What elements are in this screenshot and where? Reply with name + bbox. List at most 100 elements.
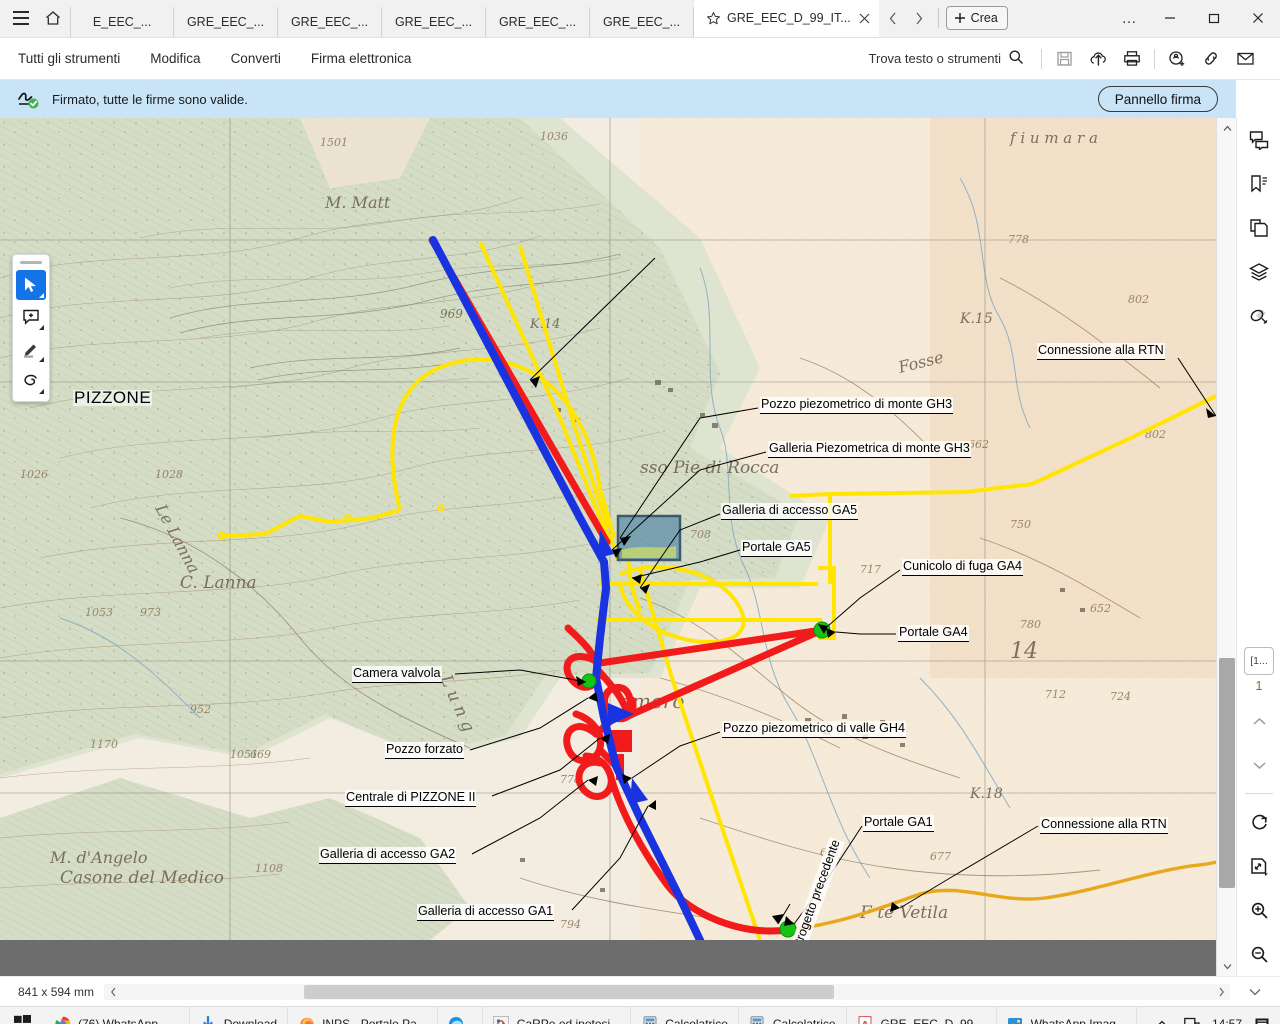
scrollbar-thumb[interactable] xyxy=(304,984,834,999)
save-icon[interactable] xyxy=(1047,44,1081,74)
bookmark-icon[interactable] xyxy=(1237,162,1280,206)
document-horizontal-scrollbar[interactable] xyxy=(104,983,1230,1000)
taskbar-item-download[interactable]: Download xyxy=(190,1007,289,1024)
taskbar-item-carpe[interactable]: CaRPe ed ipotesi... xyxy=(483,1007,632,1024)
clock[interactable]: 14:57 xyxy=(1212,1017,1242,1024)
notification-icon[interactable] xyxy=(1252,1014,1272,1024)
mail-icon[interactable] xyxy=(1228,44,1262,74)
tab-item-active[interactable]: GRE_EEC_D_99_IT... xyxy=(694,0,879,37)
tab-item[interactable]: E_EEC_... xyxy=(70,7,174,37)
page-thumbnails-icon[interactable] xyxy=(1237,206,1280,250)
chevron-up-icon[interactable] xyxy=(1152,1014,1172,1024)
tab-item[interactable]: GRE_EEC_... xyxy=(278,7,382,37)
print-icon[interactable] xyxy=(1115,44,1149,74)
tab-label: GRE_EEC_D_99_IT... xyxy=(727,11,851,25)
chevron-up-icon[interactable] xyxy=(1237,699,1280,743)
taskbar-item-calculator-1[interactable]: Calcolatrice xyxy=(631,1007,739,1024)
add-comment-tool[interactable] xyxy=(16,302,46,332)
svg-text:sso Pie di Rocca: sso Pie di Rocca xyxy=(640,458,779,478)
tab-item[interactable]: GRE_EEC_... xyxy=(590,7,694,37)
taskbar-item-label: Download xyxy=(223,1016,278,1024)
scroll-left-icon[interactable] xyxy=(104,984,122,1000)
menu-all-tools[interactable]: Tutti gli strumenti xyxy=(18,51,120,66)
layers-icon[interactable] xyxy=(1237,250,1280,294)
close-icon[interactable] xyxy=(1236,0,1280,37)
document-viewport[interactable]: 1501 1036 778 802 1028 1026 1053 973 952 669 … xyxy=(0,118,1236,976)
svg-text:1036: 1036 xyxy=(540,130,568,143)
edit-pdf-icon[interactable] xyxy=(1237,294,1280,338)
link-icon[interactable] xyxy=(1194,44,1228,74)
chrome-icon xyxy=(54,1015,71,1024)
tab-strip: E_EEC_... GRE_EEC_... GRE_EEC_... GRE_EE… xyxy=(70,0,879,37)
add-comment-user-icon[interactable] xyxy=(1160,44,1194,74)
calculator-icon xyxy=(641,1015,658,1024)
highlight-tool[interactable] xyxy=(16,334,46,364)
svg-text:794: 794 xyxy=(560,918,581,931)
map-annotation-galleria-piezometrica-monte-gh3: Galleria Piezometrica di monte GH3 xyxy=(768,441,971,458)
tab-item[interactable]: GRE_EEC_... xyxy=(174,7,278,37)
zoom-in-icon[interactable] xyxy=(1237,888,1280,932)
select-tool[interactable] xyxy=(16,270,46,300)
tab-prev-icon[interactable] xyxy=(881,3,905,33)
hamburger-menu-icon[interactable] xyxy=(8,5,34,31)
windows-taskbar: (76) WhatsApp - ... Download INPS - Port… xyxy=(0,1006,1280,1024)
freehand-draw-tool[interactable] xyxy=(16,366,46,396)
minimize-icon[interactable] xyxy=(1148,0,1192,37)
edge-icon xyxy=(448,1015,465,1024)
taskbar-item-whatsapp-image[interactable]: WhatsApp Imag... xyxy=(997,1007,1137,1024)
scroll-right-icon[interactable] xyxy=(1212,984,1230,1000)
toolbar-drag-handle[interactable] xyxy=(20,261,42,264)
taskbar-item-whatsapp-chrome[interactable]: (76) WhatsApp - ... xyxy=(44,1007,190,1024)
svg-text:969: 969 xyxy=(440,307,463,321)
tab-item[interactable]: GRE_EEC_... xyxy=(486,7,590,37)
divider xyxy=(1154,48,1155,69)
taskbar-item-edge[interactable] xyxy=(438,1007,483,1024)
fit-page-icon[interactable] xyxy=(1237,844,1280,888)
chevron-down-icon[interactable] xyxy=(1237,743,1280,787)
search-icon[interactable] xyxy=(1008,49,1024,68)
network-icon[interactable] xyxy=(1182,1014,1202,1024)
find-tool[interactable]: Trova testo o strumenti xyxy=(869,49,1024,68)
svg-text:1026: 1026 xyxy=(20,468,48,481)
banner-right-padding xyxy=(1236,80,1280,118)
map-annotation-portale-ga5: Portale GA5 xyxy=(741,540,812,557)
svg-text:M. Matt: M. Matt xyxy=(324,193,391,212)
signature-panel-button[interactable]: Pannello firma xyxy=(1097,86,1218,112)
menu-edit[interactable]: Modifica xyxy=(150,51,200,66)
upload-cloud-icon[interactable] xyxy=(1081,44,1115,74)
close-icon[interactable] xyxy=(857,10,873,26)
svg-text:1051: 1051 xyxy=(230,748,258,761)
create-button[interactable]: Crea xyxy=(945,6,1008,30)
tab-item[interactable]: GRE_EEC_... xyxy=(382,7,486,37)
svg-text:952: 952 xyxy=(190,703,211,716)
svg-text:778: 778 xyxy=(1008,233,1029,246)
scroll-up-icon[interactable] xyxy=(1217,118,1236,138)
scrollbar-thumb[interactable] xyxy=(1219,658,1235,888)
taskbar-item-calculator-2[interactable]: Calcolatrice xyxy=(739,1007,847,1024)
comment-panel-icon[interactable] xyxy=(1237,118,1280,162)
restore-icon[interactable] xyxy=(1192,0,1236,37)
collapse-icon[interactable] xyxy=(1230,977,1280,1007)
scroll-down-icon[interactable] xyxy=(1217,956,1236,976)
more-options-icon[interactable]: … xyxy=(1112,0,1148,37)
home-icon[interactable] xyxy=(40,5,66,31)
chevron-down-icon xyxy=(39,389,44,394)
create-label: Crea xyxy=(970,11,998,25)
windows-start-icon[interactable] xyxy=(0,1007,44,1024)
taskbar-item-acrobat[interactable]: A GRE_EEC_D_99_I... xyxy=(847,1007,997,1024)
svg-text:1053: 1053 xyxy=(85,606,113,619)
document-vertical-scrollbar[interactable] xyxy=(1216,118,1236,976)
page-range-badge[interactable]: [1... xyxy=(1244,647,1274,675)
menu-esign[interactable]: Firma elettronica xyxy=(311,51,412,66)
taskbar-item-inps-firefox[interactable]: INPS - Portale Pa... xyxy=(288,1007,438,1024)
tabbar-left-controls xyxy=(0,0,70,37)
tab-next-icon[interactable] xyxy=(907,3,931,33)
rotate-icon[interactable] xyxy=(1237,800,1280,844)
svg-text:750: 750 xyxy=(1010,518,1031,531)
svg-text:1028: 1028 xyxy=(155,468,183,481)
star-icon[interactable] xyxy=(706,11,721,26)
menu-convert[interactable]: Converti xyxy=(231,51,281,66)
svg-text:1108: 1108 xyxy=(255,862,283,875)
zoom-out-icon[interactable] xyxy=(1237,932,1280,976)
status-bar: 841 x 594 mm xyxy=(0,976,1280,1006)
